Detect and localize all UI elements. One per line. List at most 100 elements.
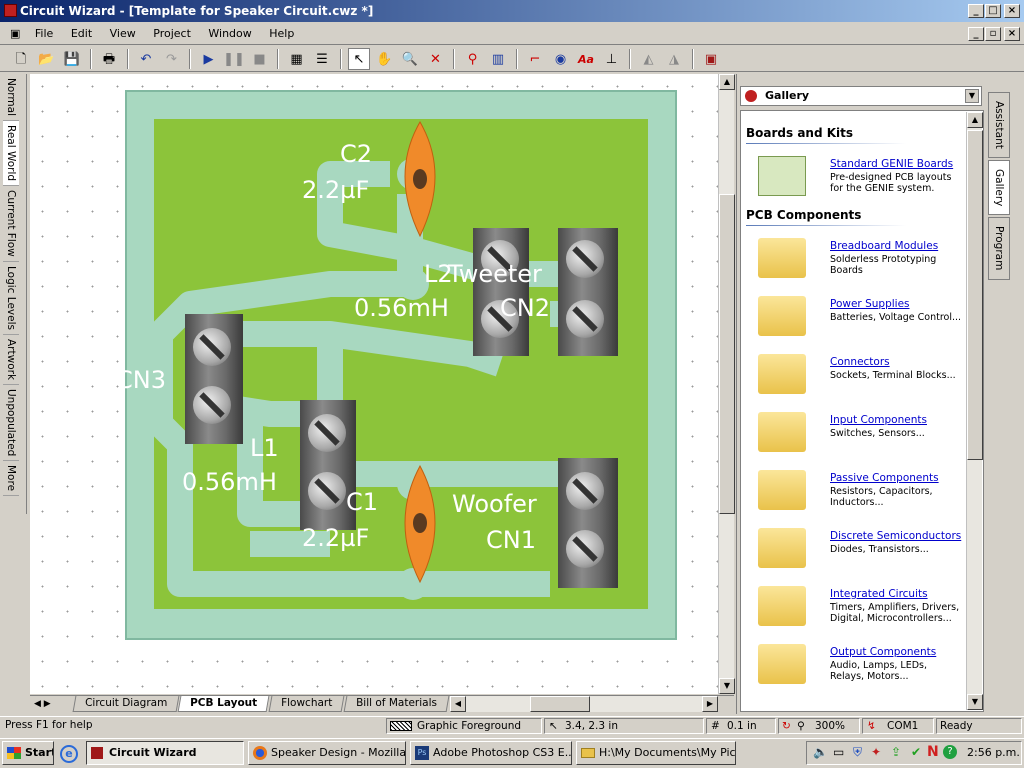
flip-h-icon[interactable]: ◭ — [638, 49, 660, 71]
stop-icon[interactable]: ■ — [249, 49, 271, 71]
components-icon[interactable]: ▣ — [700, 49, 722, 71]
tab-artwork[interactable]: Artwork — [3, 335, 19, 385]
open-icon[interactable]: 📂 — [36, 49, 58, 71]
status-layer[interactable]: Graphic Foreground — [386, 718, 542, 734]
tab-real-world[interactable]: Real World — [3, 121, 19, 187]
tab-circuit-diagram[interactable]: Circuit Diagram — [72, 696, 180, 712]
speaker-icon[interactable]: 🔈 — [813, 745, 828, 759]
gallery-item[interactable]: Power Supplies Batteries, Voltage Contro… — [742, 286, 964, 344]
gallery-item[interactable]: Standard GENIE Boards Pre-designed PCB l… — [742, 146, 964, 204]
gallery-item-link[interactable]: Passive Components — [830, 472, 939, 484]
tab-current-flow[interactable]: Current Flow — [3, 186, 19, 262]
layers-icon[interactable]: ☰ — [311, 49, 333, 71]
tab-flowchart[interactable]: Flowchart — [268, 696, 345, 712]
task-explorer[interactable]: H:\My Documents\My Pic... — [576, 741, 736, 765]
help-icon[interactable]: ? — [943, 745, 957, 759]
tab-unpopulated[interactable]: Unpopulated — [3, 385, 19, 462]
network-icon[interactable]: ▭ — [833, 745, 844, 759]
gallery-item-link[interactable]: Discrete Semiconductors — [830, 530, 961, 542]
menu-edit[interactable]: Edit — [64, 23, 99, 44]
save-icon[interactable]: 💾 — [61, 49, 83, 71]
gallery-item-link[interactable]: Connectors — [830, 356, 890, 368]
chip-icon[interactable]: ▦ — [286, 49, 308, 71]
gallery-item-link[interactable]: Output Components — [830, 646, 936, 658]
canvas-hscrollbar[interactable]: ◀ ▶ — [450, 696, 718, 712]
pcb-canvas[interactable]: C2 2.2µF L2 Tweeter 0.56mH CN2 CN3 L1 0.… — [30, 74, 718, 694]
doc-minimize-button[interactable]: _ — [968, 27, 984, 41]
undo-icon[interactable]: ↶ — [135, 49, 157, 71]
tab-pcb-layout[interactable]: PCB Layout — [177, 696, 270, 712]
status-grid[interactable]: # 0.1 in — [706, 718, 776, 734]
scroll-up-button[interactable]: ▲ — [719, 74, 735, 90]
scroll-right-button[interactable]: ▶ — [702, 696, 718, 712]
delete-icon[interactable]: ✕ — [425, 49, 447, 71]
scroll-left-button[interactable]: ◀ — [450, 696, 466, 712]
start-button[interactable]: Start — [2, 741, 54, 765]
new-icon[interactable]: 🗋 — [10, 49, 32, 71]
scroll-down-button[interactable]: ▼ — [719, 678, 735, 694]
gallery-item[interactable]: Integrated Circuits Timers, Amplifiers, … — [742, 576, 964, 634]
redo-icon[interactable]: ↷ — [161, 49, 183, 71]
gallery-item-link[interactable]: Standard GENIE Boards — [830, 158, 953, 170]
menu-project[interactable]: Project — [146, 23, 198, 44]
gallery-item[interactable]: Input Components Switches, Sensors... — [742, 402, 964, 460]
safely-remove-icon[interactable]: ⇪ — [891, 745, 901, 759]
gallery-selector[interactable]: Gallery ▼ — [740, 86, 982, 106]
menu-file[interactable]: File — [28, 23, 60, 44]
play-icon[interactable]: ▶ — [198, 49, 220, 71]
wire-icon[interactable]: ⌐ — [524, 49, 546, 71]
doc-close-button[interactable]: × — [1004, 27, 1020, 41]
gallery-item[interactable]: Output Components Audio, Lamps, LEDs, Re… — [742, 634, 964, 692]
menu-window[interactable]: Window — [201, 23, 258, 44]
gallery-item[interactable]: Breadboard Modules Solderless Prototypin… — [742, 228, 964, 286]
task-circuit-wizard[interactable]: Circuit Wizard — [86, 741, 244, 765]
junction-icon[interactable]: ◉ — [550, 49, 572, 71]
gallery-vscrollbar[interactable]: ▲ ▼ — [966, 112, 983, 710]
tab-program[interactable]: Program — [988, 217, 1010, 280]
flip-v-icon[interactable]: ◮ — [663, 49, 685, 71]
pan-hand-icon[interactable]: ✋ — [374, 49, 396, 71]
terminal-block-cn2-a[interactable] — [473, 228, 529, 356]
menu-view[interactable]: View — [103, 23, 143, 44]
terminal-block-cn2-b[interactable] — [558, 228, 618, 356]
doc-restore-button[interactable]: ▫ — [985, 27, 1001, 41]
firewall-icon[interactable]: ✦ — [871, 745, 881, 759]
pin-icon[interactable]: ⊥ — [601, 49, 623, 71]
graph-icon[interactable]: ▥ — [487, 49, 509, 71]
close-button[interactable]: × — [1004, 4, 1020, 18]
quick-launch-ie-icon[interactable]: e — [60, 745, 78, 763]
minimize-button[interactable]: _ — [968, 4, 984, 18]
status-zoom[interactable]: ↻ ⚲ 300% — [778, 718, 860, 734]
gallery-item[interactable]: Connectors Sockets, Terminal Blocks... — [742, 344, 964, 402]
tab-more[interactable]: More — [3, 461, 19, 497]
text-icon[interactable]: Aa — [575, 49, 597, 71]
gallery-item-link[interactable]: Input Components — [830, 414, 927, 426]
status-port[interactable]: ↯ COM1 — [862, 718, 934, 734]
norton-icon[interactable]: ✔ — [911, 745, 921, 759]
maximize-button[interactable]: □ — [985, 4, 1001, 18]
terminal-block-cn3[interactable] — [185, 314, 243, 444]
gallery-scroll-thumb[interactable] — [967, 130, 983, 460]
tab-gallery[interactable]: Gallery — [988, 159, 1010, 216]
gallery-item[interactable]: Passive Components Resistors, Capacitors… — [742, 460, 964, 518]
chevron-down-icon[interactable]: ▼ — [965, 89, 979, 103]
task-firefox[interactable]: Speaker Design - Mozilla ... — [248, 741, 406, 765]
gallery-scroll-up-button[interactable]: ▲ — [967, 112, 983, 128]
menu-help[interactable]: Help — [262, 23, 301, 44]
gallery-item-link[interactable]: Power Supplies — [830, 298, 910, 310]
zoom-icon[interactable]: 🔍 — [399, 49, 421, 71]
n-icon[interactable]: N — [927, 744, 939, 760]
tab-assistant[interactable]: Assistant — [988, 92, 1010, 158]
print-icon[interactable]: 🖶 — [98, 49, 120, 71]
select-pointer-icon[interactable]: ↖ — [348, 48, 370, 70]
gallery-scroll-down-button[interactable]: ▼ — [967, 694, 983, 710]
task-photoshop[interactable]: Ps Adobe Photoshop CS3 E... — [410, 741, 572, 765]
gallery-item-link[interactable]: Breadboard Modules — [830, 240, 938, 252]
tab-logic-levels[interactable]: Logic Levels — [3, 262, 19, 335]
scroll-thumb[interactable] — [719, 194, 735, 514]
pause-icon[interactable]: ❚❚ — [223, 49, 245, 71]
tab-normal[interactable]: Normal — [3, 74, 19, 121]
probe-icon[interactable]: ⚲ — [462, 49, 484, 71]
terminal-block-cn1[interactable] — [558, 458, 618, 588]
canvas-vscrollbar[interactable]: ▲ ▼ — [718, 74, 735, 694]
